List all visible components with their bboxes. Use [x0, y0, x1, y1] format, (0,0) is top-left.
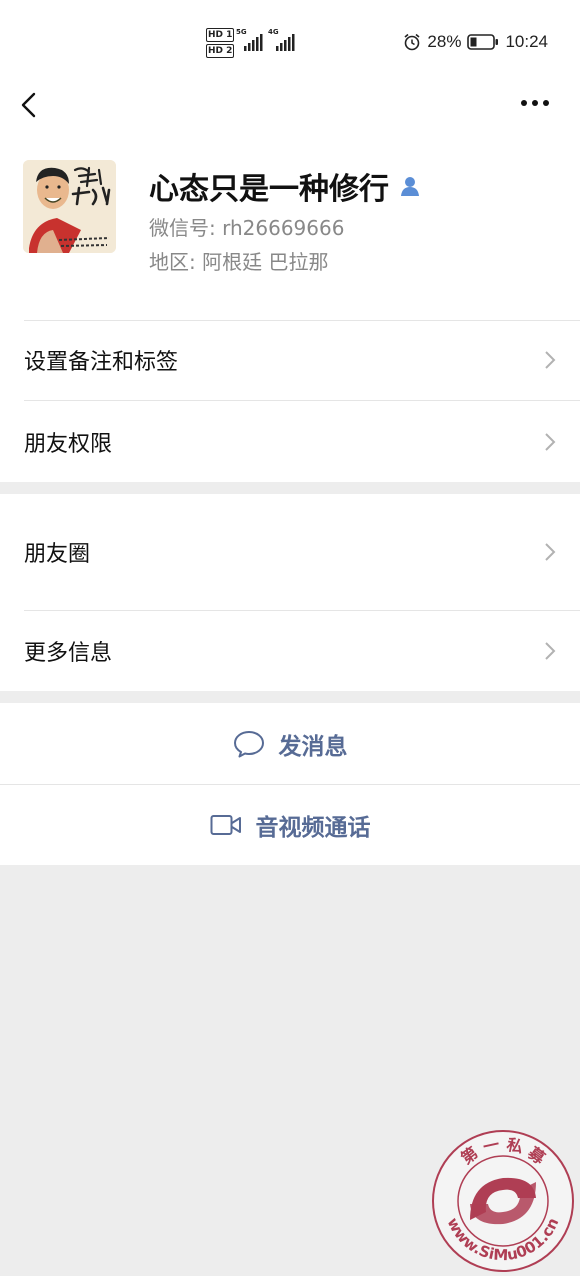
video-camera-icon: [210, 815, 241, 835]
remark-tags-label: 设置备注和标签: [24, 350, 179, 375]
avatar[interactable]: [23, 160, 116, 253]
chat-bubble-icon: [233, 730, 264, 757]
alarm-icon: [404, 33, 420, 51]
signal-icon-2: 4G: [268, 28, 298, 52]
chevron-right-icon: [545, 432, 556, 451]
status-right: 28% 10:24: [403, 32, 548, 52]
clock: 10:24: [505, 32, 548, 51]
moments-label: 朋友圈: [24, 542, 91, 567]
hd1-badge: HD 1: [206, 28, 235, 42]
profile-header: 心态只是一种修行 微信号: rh26669666 地区: 阿根廷 巴拉那: [0, 140, 580, 320]
back-arrow-icon[interactable]: [18, 90, 42, 120]
chevron-right-icon: [545, 642, 556, 660]
hd2-badge: HD 2: [206, 44, 235, 58]
video-call-button[interactable]: 音视频通话: [0, 785, 580, 865]
battery-icon: [467, 34, 499, 50]
person-icon: [401, 177, 419, 196]
network-type-2: 4G: [268, 28, 279, 36]
avatar-image: [23, 160, 116, 253]
region: 地区: 阿根廷 巴拉那: [149, 250, 329, 274]
signal-icon-1: 5G: [236, 28, 266, 52]
friend-permissions-label: 朋友权限: [24, 431, 113, 457]
send-message-button[interactable]: 发消息: [0, 703, 580, 784]
chevron-right-icon: [545, 543, 556, 561]
chevron-right-icon: [545, 351, 556, 369]
row-moments[interactable]: 朋友圈: [0, 494, 580, 610]
info-group: 朋友圈 更多信息: [0, 494, 580, 691]
row-remark-tags[interactable]: 设置备注和标签: [0, 320, 580, 400]
hd-indicators: HD 1 HD 2: [206, 28, 235, 60]
network-type-1: 5G: [236, 28, 247, 36]
status-bar: HD 1 HD 2 5G 4G 28% 10:24: [0, 0, 580, 80]
nickname-row: 心态只是一种修行: [149, 164, 421, 208]
more-info-label: 更多信息: [24, 641, 113, 666]
battery-percent: 28%: [427, 32, 462, 51]
video-call-label: 音视频通话: [255, 815, 371, 841]
row-more-info[interactable]: 更多信息: [0, 611, 580, 691]
send-message-label: 发消息: [278, 733, 348, 760]
watermark-seal: 第 一 私 募 www.SiMu001.cn: [432, 1130, 574, 1272]
top-nav: [0, 80, 580, 140]
settings-group: 设置备注和标签 朋友权限: [0, 320, 580, 482]
wechat-id: 微信号: rh26669666: [149, 216, 345, 240]
more-options-icon[interactable]: [520, 98, 550, 108]
nickname: 心态只是一种修行: [149, 172, 389, 207]
row-friend-permissions[interactable]: 朋友权限: [0, 401, 580, 482]
